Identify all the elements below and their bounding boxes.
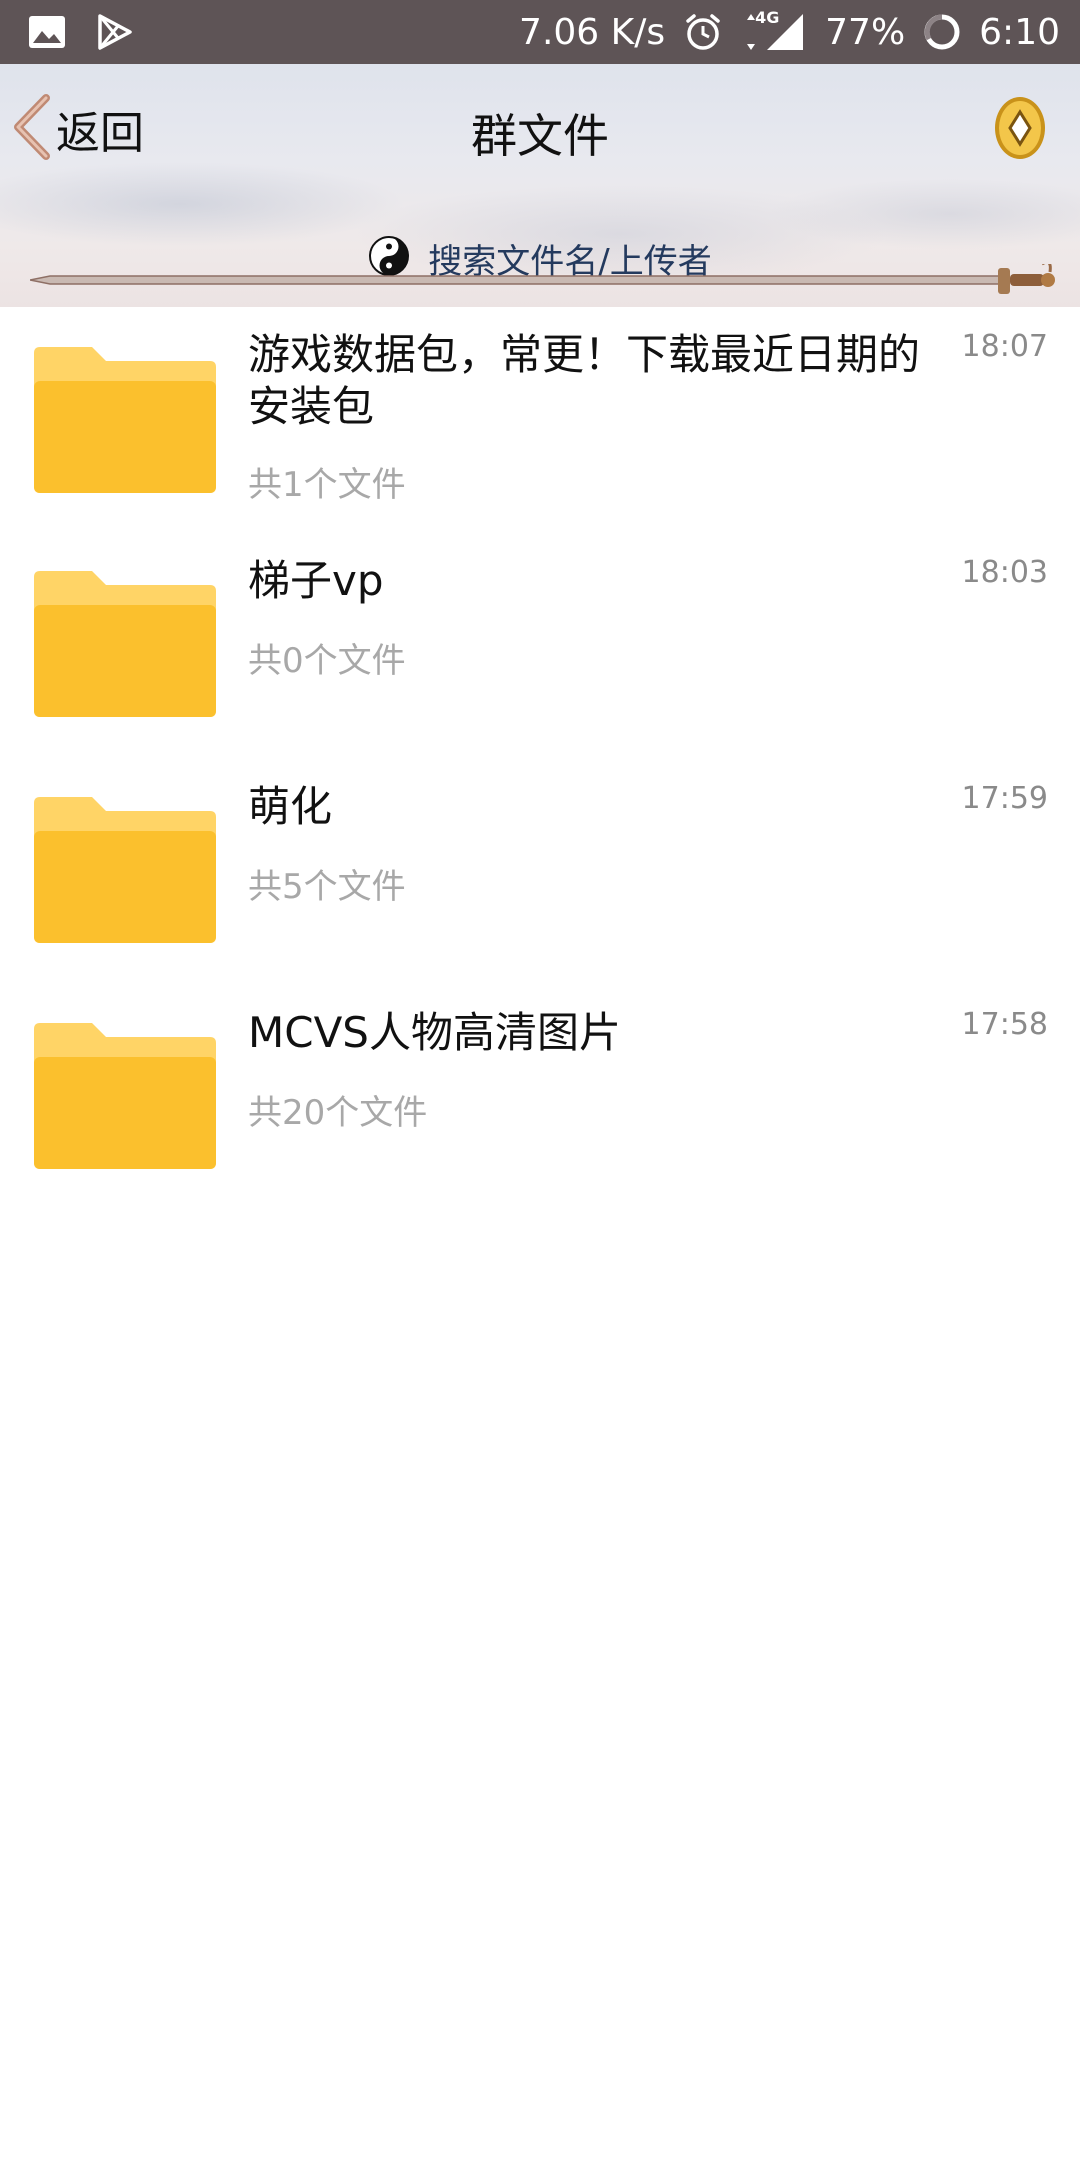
file-time: 17:58 bbox=[961, 1007, 1048, 1042]
status-bar: 7.06 K/s 4G 77% 6:10 bbox=[0, 0, 1080, 64]
image-notification-icon bbox=[28, 15, 66, 49]
file-name: 梯子vp bbox=[248, 556, 384, 605]
folder-icon bbox=[30, 1023, 216, 1173]
file-name: 游戏数据包，常更！下载最近日期的安装包 bbox=[248, 330, 921, 431]
file-count: 共5个文件 bbox=[248, 867, 406, 907]
folder-icon bbox=[30, 797, 216, 947]
signal-icon: 4G bbox=[741, 8, 807, 52]
file-count: 共20个文件 bbox=[248, 1093, 428, 1133]
list-item[interactable]: 萌化 共5个文件 17:59 bbox=[0, 759, 1080, 985]
network-type-label: 4G bbox=[755, 8, 780, 27]
file-list: 游戏数据包，常更！下载最近日期的安装包 共1个文件 18:07 梯子vp 共0个… bbox=[0, 307, 1080, 1211]
list-item[interactable]: MCVS人物高清图片 共20个文件 17:58 bbox=[0, 985, 1080, 1211]
file-count: 共0个文件 bbox=[248, 641, 406, 681]
net-speed: 7.06 K/s bbox=[519, 11, 666, 53]
file-time: 18:07 bbox=[961, 329, 1048, 364]
file-time: 17:59 bbox=[961, 781, 1048, 816]
file-name: 萌化 bbox=[248, 782, 333, 831]
coin-icon[interactable] bbox=[992, 94, 1048, 162]
clock: 6:10 bbox=[979, 11, 1060, 53]
play-store-icon bbox=[96, 13, 134, 51]
list-item[interactable]: 游戏数据包，常更！下载最近日期的安装包 共1个文件 18:07 bbox=[0, 307, 1080, 533]
page-title: 群文件 bbox=[471, 109, 609, 163]
list-item[interactable]: 梯子vp 共0个文件 18:03 bbox=[0, 533, 1080, 759]
sword-decoration-icon bbox=[29, 260, 1060, 304]
alarm-icon bbox=[683, 12, 723, 52]
folder-icon bbox=[30, 571, 216, 721]
battery-icon bbox=[923, 13, 961, 51]
file-name: MCVS人物高清图片 bbox=[248, 1008, 621, 1057]
file-count: 共1个文件 bbox=[248, 465, 406, 505]
battery-percent: 77% bbox=[825, 11, 906, 53]
folder-icon bbox=[30, 347, 216, 497]
file-time: 18:03 bbox=[961, 555, 1048, 590]
header: 返回 群文件 搜索文件名/上传者 bbox=[0, 64, 1080, 307]
